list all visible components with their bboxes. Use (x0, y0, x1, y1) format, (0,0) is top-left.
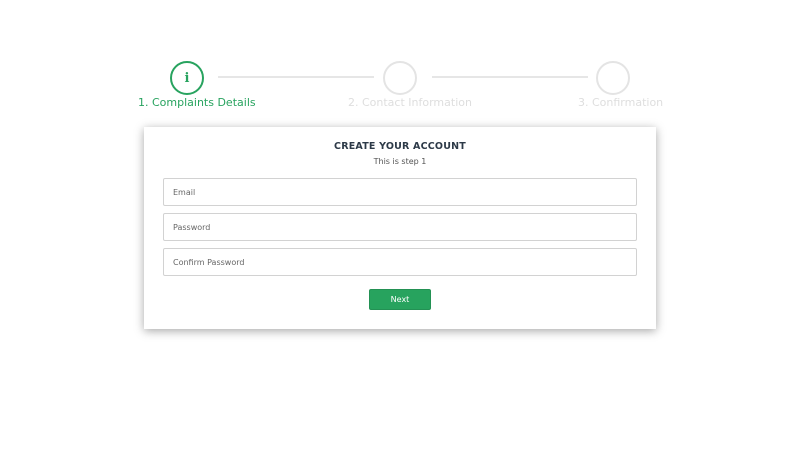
progress-stepper: i 1. Complaints Details 2. Contact Infor… (0, 0, 800, 120)
step-2-label[interactable]: 2. Contact Information (348, 96, 472, 109)
form-title: CREATE YOUR ACCOUNT (334, 141, 466, 152)
create-account-card: CREATE YOUR ACCOUNT This is step 1 Next (144, 127, 656, 329)
step-1-label[interactable]: 1. Complaints Details (138, 96, 256, 109)
step-connector-1 (218, 76, 374, 78)
step-1-circle[interactable]: i (170, 61, 204, 95)
confirm-password-field[interactable] (163, 248, 637, 276)
password-field[interactable] (163, 213, 637, 241)
step-connector-2 (432, 76, 588, 78)
form-subtitle: This is step 1 (373, 157, 427, 166)
step-3-circle[interactable] (596, 61, 630, 95)
step-2-circle[interactable] (383, 61, 417, 95)
next-button[interactable]: Next (369, 289, 431, 310)
info-icon: i (184, 70, 190, 86)
page: i 1. Complaints Details 2. Contact Infor… (0, 0, 800, 450)
email-field[interactable] (163, 178, 637, 206)
step-3-label[interactable]: 3. Confirmation (578, 96, 663, 109)
